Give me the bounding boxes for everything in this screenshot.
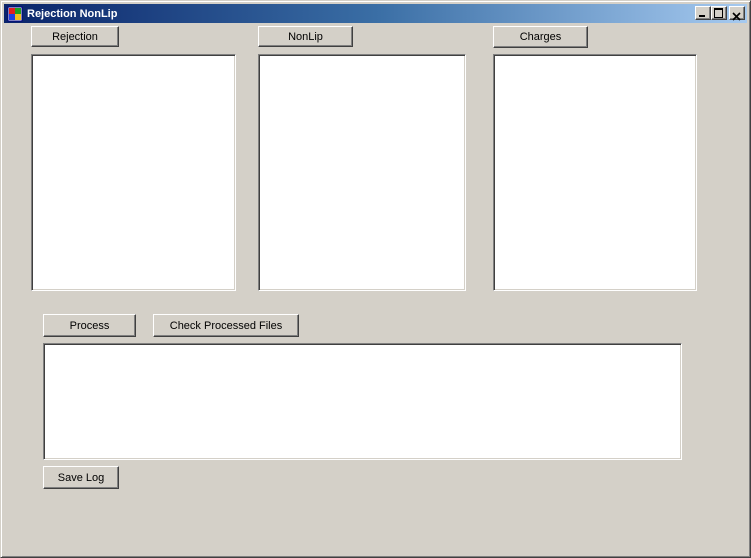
log-textbox[interactable] — [43, 343, 682, 460]
minimize-icon — [699, 15, 705, 17]
window-title: Rejection NonLip — [27, 7, 118, 20]
close-icon — [732, 8, 741, 26]
charges-button[interactable]: Charges — [493, 26, 588, 48]
title-bar[interactable]: Rejection NonLip — [4, 4, 747, 23]
close-button[interactable] — [729, 6, 745, 21]
nonlip-listbox[interactable] — [258, 54, 466, 291]
process-button[interactable]: Process — [43, 314, 136, 337]
maximize-button[interactable] — [711, 6, 727, 20]
maximize-icon — [714, 8, 723, 18]
application-icon[interactable] — [7, 6, 23, 22]
rejection-button[interactable]: Rejection — [31, 26, 119, 47]
rejection-listbox[interactable] — [31, 54, 236, 291]
nonlip-button[interactable]: NonLip — [258, 26, 353, 47]
check-processed-files-button[interactable]: Check Processed Files — [153, 314, 299, 337]
minimize-button[interactable] — [695, 6, 711, 20]
main-window: Rejection NonLip Rejection NonLip Charge… — [0, 0, 751, 558]
charges-listbox[interactable] — [493, 54, 697, 291]
save-log-button[interactable]: Save Log — [43, 466, 119, 489]
